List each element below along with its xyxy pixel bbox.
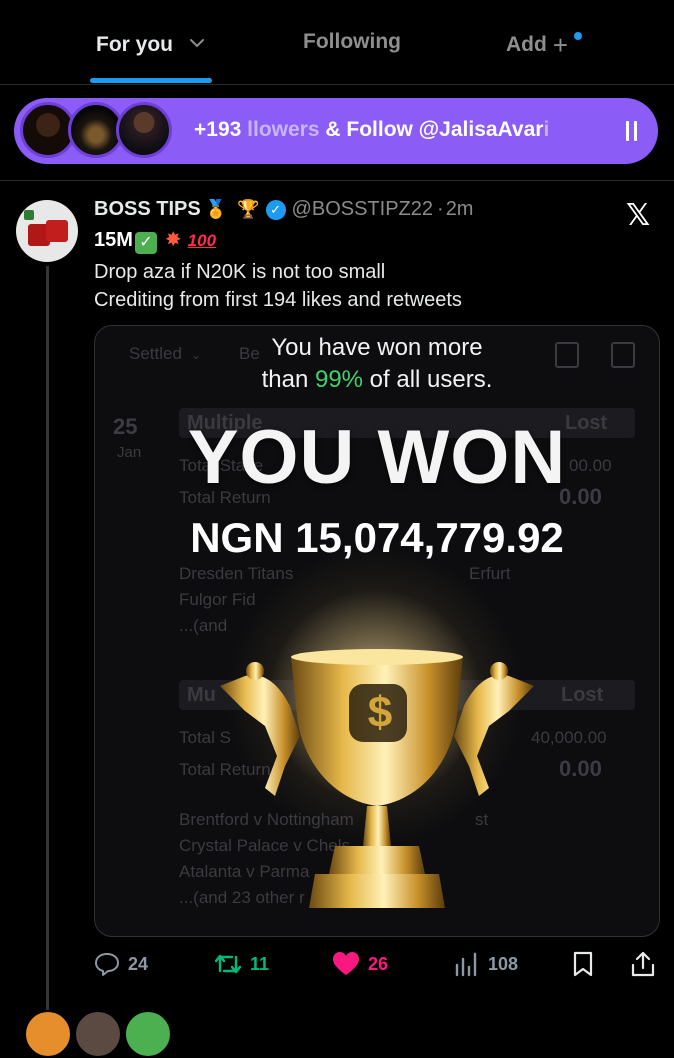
tweet-text-line1: Drop aza if N20K is not too small	[94, 261, 386, 283]
name-suffix: 15M	[94, 229, 133, 251]
trophy-icon	[220, 649, 534, 908]
avatar[interactable]	[124, 1010, 172, 1058]
like-count: 26	[368, 953, 389, 974]
reply-icon	[95, 953, 119, 976]
banner-text-faded: llowers	[247, 118, 320, 141]
bookmark-icon	[573, 951, 593, 977]
views-button[interactable]: 108	[454, 948, 518, 980]
tweet-text: Drop aza if N20K is not too small Credit…	[94, 258, 462, 314]
divider	[0, 180, 674, 181]
views-icon	[455, 952, 477, 977]
reply-count: 24	[128, 953, 149, 974]
tab-add-label: Add	[506, 33, 547, 56]
plus-icon: +	[552, 30, 569, 60]
tweet-author-avatar[interactable]	[16, 200, 78, 262]
tweet-media-image[interactable]: Settled ⌄ Be 25 Jan Multiple Lost Total …	[94, 325, 660, 937]
pause-icon[interactable]	[626, 121, 638, 141]
top-tab-bar: For you Following Add +	[0, 0, 674, 85]
author-name-line2: 15M ✓ ✸ 100	[94, 227, 216, 254]
bookmark-button[interactable]	[572, 948, 594, 980]
like-button[interactable]: 26	[332, 948, 388, 980]
check-emoji: ✓	[134, 232, 157, 254]
trophy-emoji: 🏆	[237, 199, 260, 220]
thread-line	[46, 266, 49, 1026]
tab-following[interactable]: Following	[303, 30, 401, 54]
tweet-action-bar: 24 11 26 108	[94, 948, 666, 980]
banner-text-main: & Follow @JalisaAvar	[319, 118, 544, 141]
share-button[interactable]	[630, 948, 656, 980]
logo-glyph: $	[367, 688, 393, 737]
reply-button[interactable]: 24	[94, 948, 148, 980]
retweet-button[interactable]: 11	[214, 948, 269, 980]
tweet-header: BOSS TIPS 🏅 🏆 ✓ @BOSSTIPZ22 · 2m	[94, 198, 473, 221]
tab-add[interactable]: Add +	[506, 30, 583, 61]
x-logo-icon[interactable]: 𝕏	[626, 198, 650, 233]
heart-icon	[333, 952, 359, 975]
follow-promo-banner[interactable]: +193 llowers & Follow @JalisaAvari	[14, 98, 658, 164]
hundred-emoji: 100	[187, 231, 217, 250]
share-icon	[631, 951, 655, 977]
notification-dot	[574, 32, 583, 40]
tab-for-you-label: For you	[96, 33, 173, 56]
tab-for-you[interactable]: For you	[96, 30, 205, 57]
avatar[interactable]	[24, 1010, 72, 1058]
retweet-icon	[214, 954, 242, 974]
views-count: 108	[488, 953, 519, 974]
separator: ·	[437, 198, 444, 220]
medal-emoji: 🏅	[204, 199, 228, 220]
tweet-text-line2: Crediting from first 194 likes and retwe…	[94, 289, 462, 311]
author-name[interactable]: BOSS TIPS	[94, 198, 201, 220]
avatar	[116, 102, 172, 158]
tab-following-label: Following	[303, 30, 401, 53]
tweet-time[interactable]: 2m	[446, 198, 474, 220]
author-handle[interactable]: @BOSSTIPZ22	[292, 198, 433, 220]
avatar[interactable]	[74, 1010, 122, 1058]
retweet-count: 11	[250, 953, 270, 974]
active-tab-indicator	[90, 78, 212, 83]
chevron-down-icon	[189, 30, 205, 54]
banner-text-tail: i	[543, 118, 550, 141]
banner-text: +193 llowers & Follow @JalisaAvari	[194, 118, 549, 142]
boom-emoji: ✸	[164, 227, 182, 251]
banner-count: +193	[194, 118, 242, 141]
verified-icon: ✓	[265, 200, 286, 220]
